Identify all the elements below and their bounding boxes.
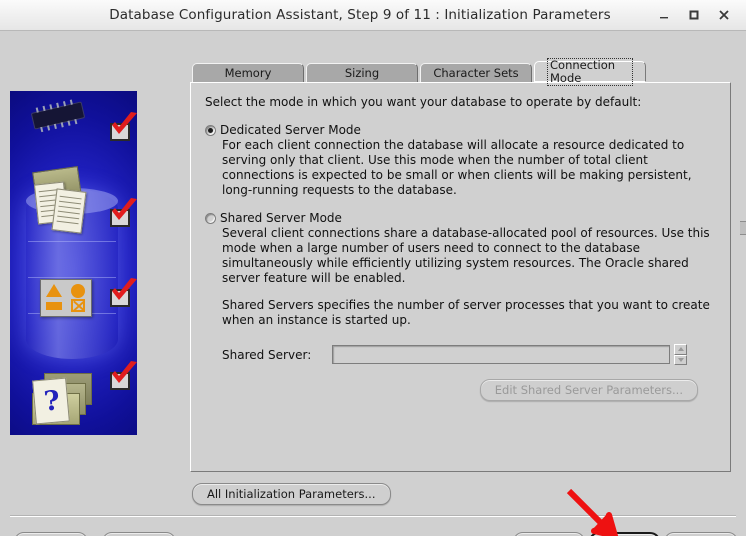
checkmark-icon-2 bbox=[110, 209, 130, 227]
annotation-arrow bbox=[566, 489, 618, 536]
window-title: Database Configuration Assistant, Step 9… bbox=[109, 7, 611, 23]
window-controls bbox=[650, 3, 746, 27]
all-params-row: All Initialization Parameters... bbox=[192, 483, 391, 505]
back-button[interactable]: « Back bbox=[512, 532, 585, 536]
footer-right-buttons: « Back Next » Finish bbox=[512, 532, 738, 536]
shared-server-option[interactable]: Shared Server Mode bbox=[205, 211, 716, 225]
schema-shapes-icon bbox=[40, 279, 92, 317]
edit-shared-server-parameters-button[interactable]: Edit Shared Server Parameters... bbox=[479, 379, 698, 401]
shared-server-input[interactable] bbox=[332, 345, 670, 364]
dedicated-server-description: For each client connection the database … bbox=[222, 138, 692, 197]
dedicated-server-option[interactable]: Dedicated Server Mode bbox=[205, 123, 716, 137]
radio-dedicated-server[interactable] bbox=[205, 125, 216, 136]
help-document-icon: ? bbox=[32, 377, 70, 425]
shared-server-field-row: Shared Server: bbox=[222, 344, 716, 365]
maximize-icon[interactable] bbox=[680, 3, 708, 27]
tab-sizing-label: Sizing bbox=[344, 66, 380, 80]
panel-intro-text: Select the mode in which you want your d… bbox=[205, 95, 642, 109]
tab-connection-mode[interactable]: Connection Mode bbox=[534, 57, 646, 86]
radio-shared-server[interactable] bbox=[205, 213, 216, 224]
spinner-up-icon[interactable] bbox=[674, 344, 687, 355]
checkmark-icon-4 bbox=[110, 372, 130, 390]
tab-memory-label: Memory bbox=[224, 66, 272, 80]
checkmark-icon-1 bbox=[110, 123, 130, 141]
cancel-button[interactable]: Cancel bbox=[14, 532, 88, 536]
edit-params-row: Edit Shared Server Parameters... bbox=[205, 379, 698, 401]
memory-chip-icon bbox=[30, 99, 86, 133]
minimize-icon[interactable] bbox=[650, 3, 678, 27]
oracle-dbca-illustration: ? bbox=[10, 91, 137, 435]
tab-character-sets[interactable]: Character Sets bbox=[420, 63, 532, 82]
checkmark-icon-3 bbox=[110, 289, 130, 307]
finish-button[interactable]: Finish bbox=[664, 532, 738, 536]
shared-server-field-label: Shared Server: bbox=[222, 347, 312, 362]
background-window-edge bbox=[740, 221, 746, 235]
window-body: ? Memory Sizing Character Sets Connectio… bbox=[0, 31, 746, 536]
help-button[interactable]: Help bbox=[102, 532, 176, 536]
tab-sizing[interactable]: Sizing bbox=[306, 63, 418, 82]
close-icon[interactable] bbox=[710, 3, 738, 27]
shared-servers-note: Shared Servers specifies the number of s… bbox=[222, 298, 710, 327]
all-initialization-parameters-button[interactable]: All Initialization Parameters... bbox=[192, 483, 391, 505]
shared-server-label: Shared Server Mode bbox=[220, 211, 342, 225]
tab-connection-mode-label: Connection Mode bbox=[547, 57, 633, 86]
footer-divider bbox=[10, 515, 736, 517]
shared-server-spinner[interactable] bbox=[674, 344, 687, 365]
footer-left-buttons: Cancel Help bbox=[14, 532, 176, 536]
tab-character-sets-label: Character Sets bbox=[433, 66, 519, 80]
document-icon-b bbox=[51, 188, 87, 234]
shared-server-description: Several client connections share a datab… bbox=[222, 226, 710, 285]
connection-mode-panel: Select the mode in which you want your d… bbox=[190, 82, 731, 472]
tab-memory[interactable]: Memory bbox=[192, 63, 304, 82]
next-button[interactable]: Next » bbox=[587, 532, 661, 536]
question-mark-glyph: ? bbox=[42, 385, 62, 418]
spinner-down-icon[interactable] bbox=[674, 354, 687, 365]
dbca-window: Database Configuration Assistant, Step 9… bbox=[0, 0, 746, 536]
tab-bar: Memory Sizing Character Sets Connection … bbox=[192, 57, 740, 86]
dedicated-server-label: Dedicated Server Mode bbox=[220, 123, 361, 137]
title-bar: Database Configuration Assistant, Step 9… bbox=[0, 0, 746, 31]
